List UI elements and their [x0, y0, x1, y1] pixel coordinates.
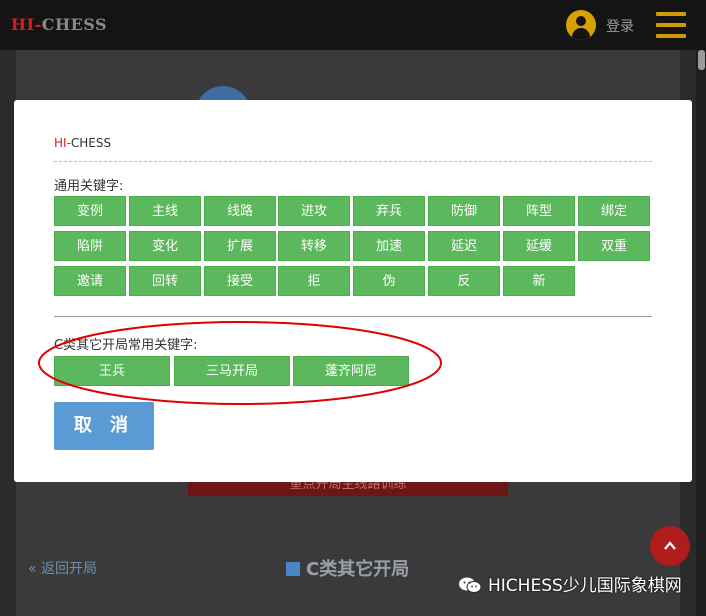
keyword-modal: HI-CHESS 通用关键字: 变例 主线 线路 进攻 弃兵 防御 阵型 绑定陷阱 变化 扩展 转移…	[14, 100, 692, 482]
general-keywords-label: 通用关键字:	[54, 179, 124, 194]
watermark-text: HICHESS少儿国际象棋网	[488, 576, 682, 596]
section-divider	[54, 316, 652, 317]
keyword-button-18[interactable]: 接受	[204, 266, 276, 296]
page-title: C类其它开局	[286, 555, 409, 581]
top-nav-bar: HI-CHESS 登录	[0, 0, 706, 50]
keyword-button-1[interactable]: 主线	[129, 196, 201, 226]
hamburger-icon[interactable]	[656, 12, 686, 38]
user-avatar-icon[interactable]	[566, 10, 596, 40]
keyword-button-3[interactable]: 进攻	[278, 196, 350, 226]
keyword-button-22[interactable]: 新	[503, 266, 575, 296]
keyword-button-12[interactable]: 加速	[353, 231, 425, 261]
page-scrollbar-thumb[interactable]	[698, 50, 705, 70]
dashed-divider	[54, 161, 652, 162]
keyword-button-14[interactable]: 延缓	[503, 231, 575, 261]
keyword-button-5[interactable]: 防御	[428, 196, 500, 226]
keyword-button-7[interactable]: 绑定	[578, 196, 650, 226]
keyword-button-8[interactable]: 陷阱	[54, 231, 126, 261]
keyword-button-9[interactable]: 变化	[129, 231, 201, 261]
keyword-button-11[interactable]: 转移	[278, 231, 350, 261]
keyword-button-15[interactable]: 双重	[578, 231, 650, 261]
back-link-label: 返回开局	[41, 561, 98, 577]
cancel-button[interactable]: 取 消	[54, 402, 154, 450]
keyword-button-13[interactable]: 延迟	[428, 231, 500, 261]
site-logo[interactable]: HI-CHESS	[11, 15, 107, 34]
keyword-button-17[interactable]: 回转	[129, 266, 201, 296]
keyword-button-19[interactable]: 拒	[278, 266, 350, 296]
watermark: HICHESS少儿国际象棋网	[458, 571, 682, 596]
modal-brand-chess: CHESS	[70, 136, 112, 150]
annotation-ellipse	[38, 321, 442, 405]
modal-brand: HI-CHESS	[54, 136, 111, 150]
grid-square-icon	[286, 562, 300, 576]
keyword-button-2[interactable]: 线路	[204, 196, 276, 226]
wechat-icon	[459, 577, 482, 593]
keyword-button-21[interactable]: 反	[428, 266, 500, 296]
keyword-button-20[interactable]: 伪	[353, 266, 425, 296]
keyword-button-6[interactable]: 阵型	[503, 196, 575, 226]
keyword-button-0[interactable]: 变例	[54, 196, 126, 226]
avatar-body	[572, 28, 590, 40]
page-scrollbar-track[interactable]	[696, 50, 706, 616]
keyword-button-16[interactable]: 邀请	[54, 266, 126, 296]
double-chevron-left-icon: «	[28, 561, 37, 577]
back-to-openings-link[interactable]: « 返回开局	[28, 558, 97, 578]
login-link[interactable]: 登录	[606, 16, 634, 36]
logo-hi: HI-	[11, 15, 42, 34]
logo-chess: CHESS	[41, 15, 108, 34]
avatar-head	[576, 16, 586, 26]
scroll-top-button[interactable]	[650, 526, 690, 566]
keyword-button-4[interactable]: 弃兵	[353, 196, 425, 226]
page-title-text: C类其它开局	[306, 559, 410, 580]
modal-brand-hi: HI-	[54, 136, 71, 150]
chevron-up-icon	[664, 541, 676, 550]
keyword-button-10[interactable]: 扩展	[204, 231, 276, 261]
